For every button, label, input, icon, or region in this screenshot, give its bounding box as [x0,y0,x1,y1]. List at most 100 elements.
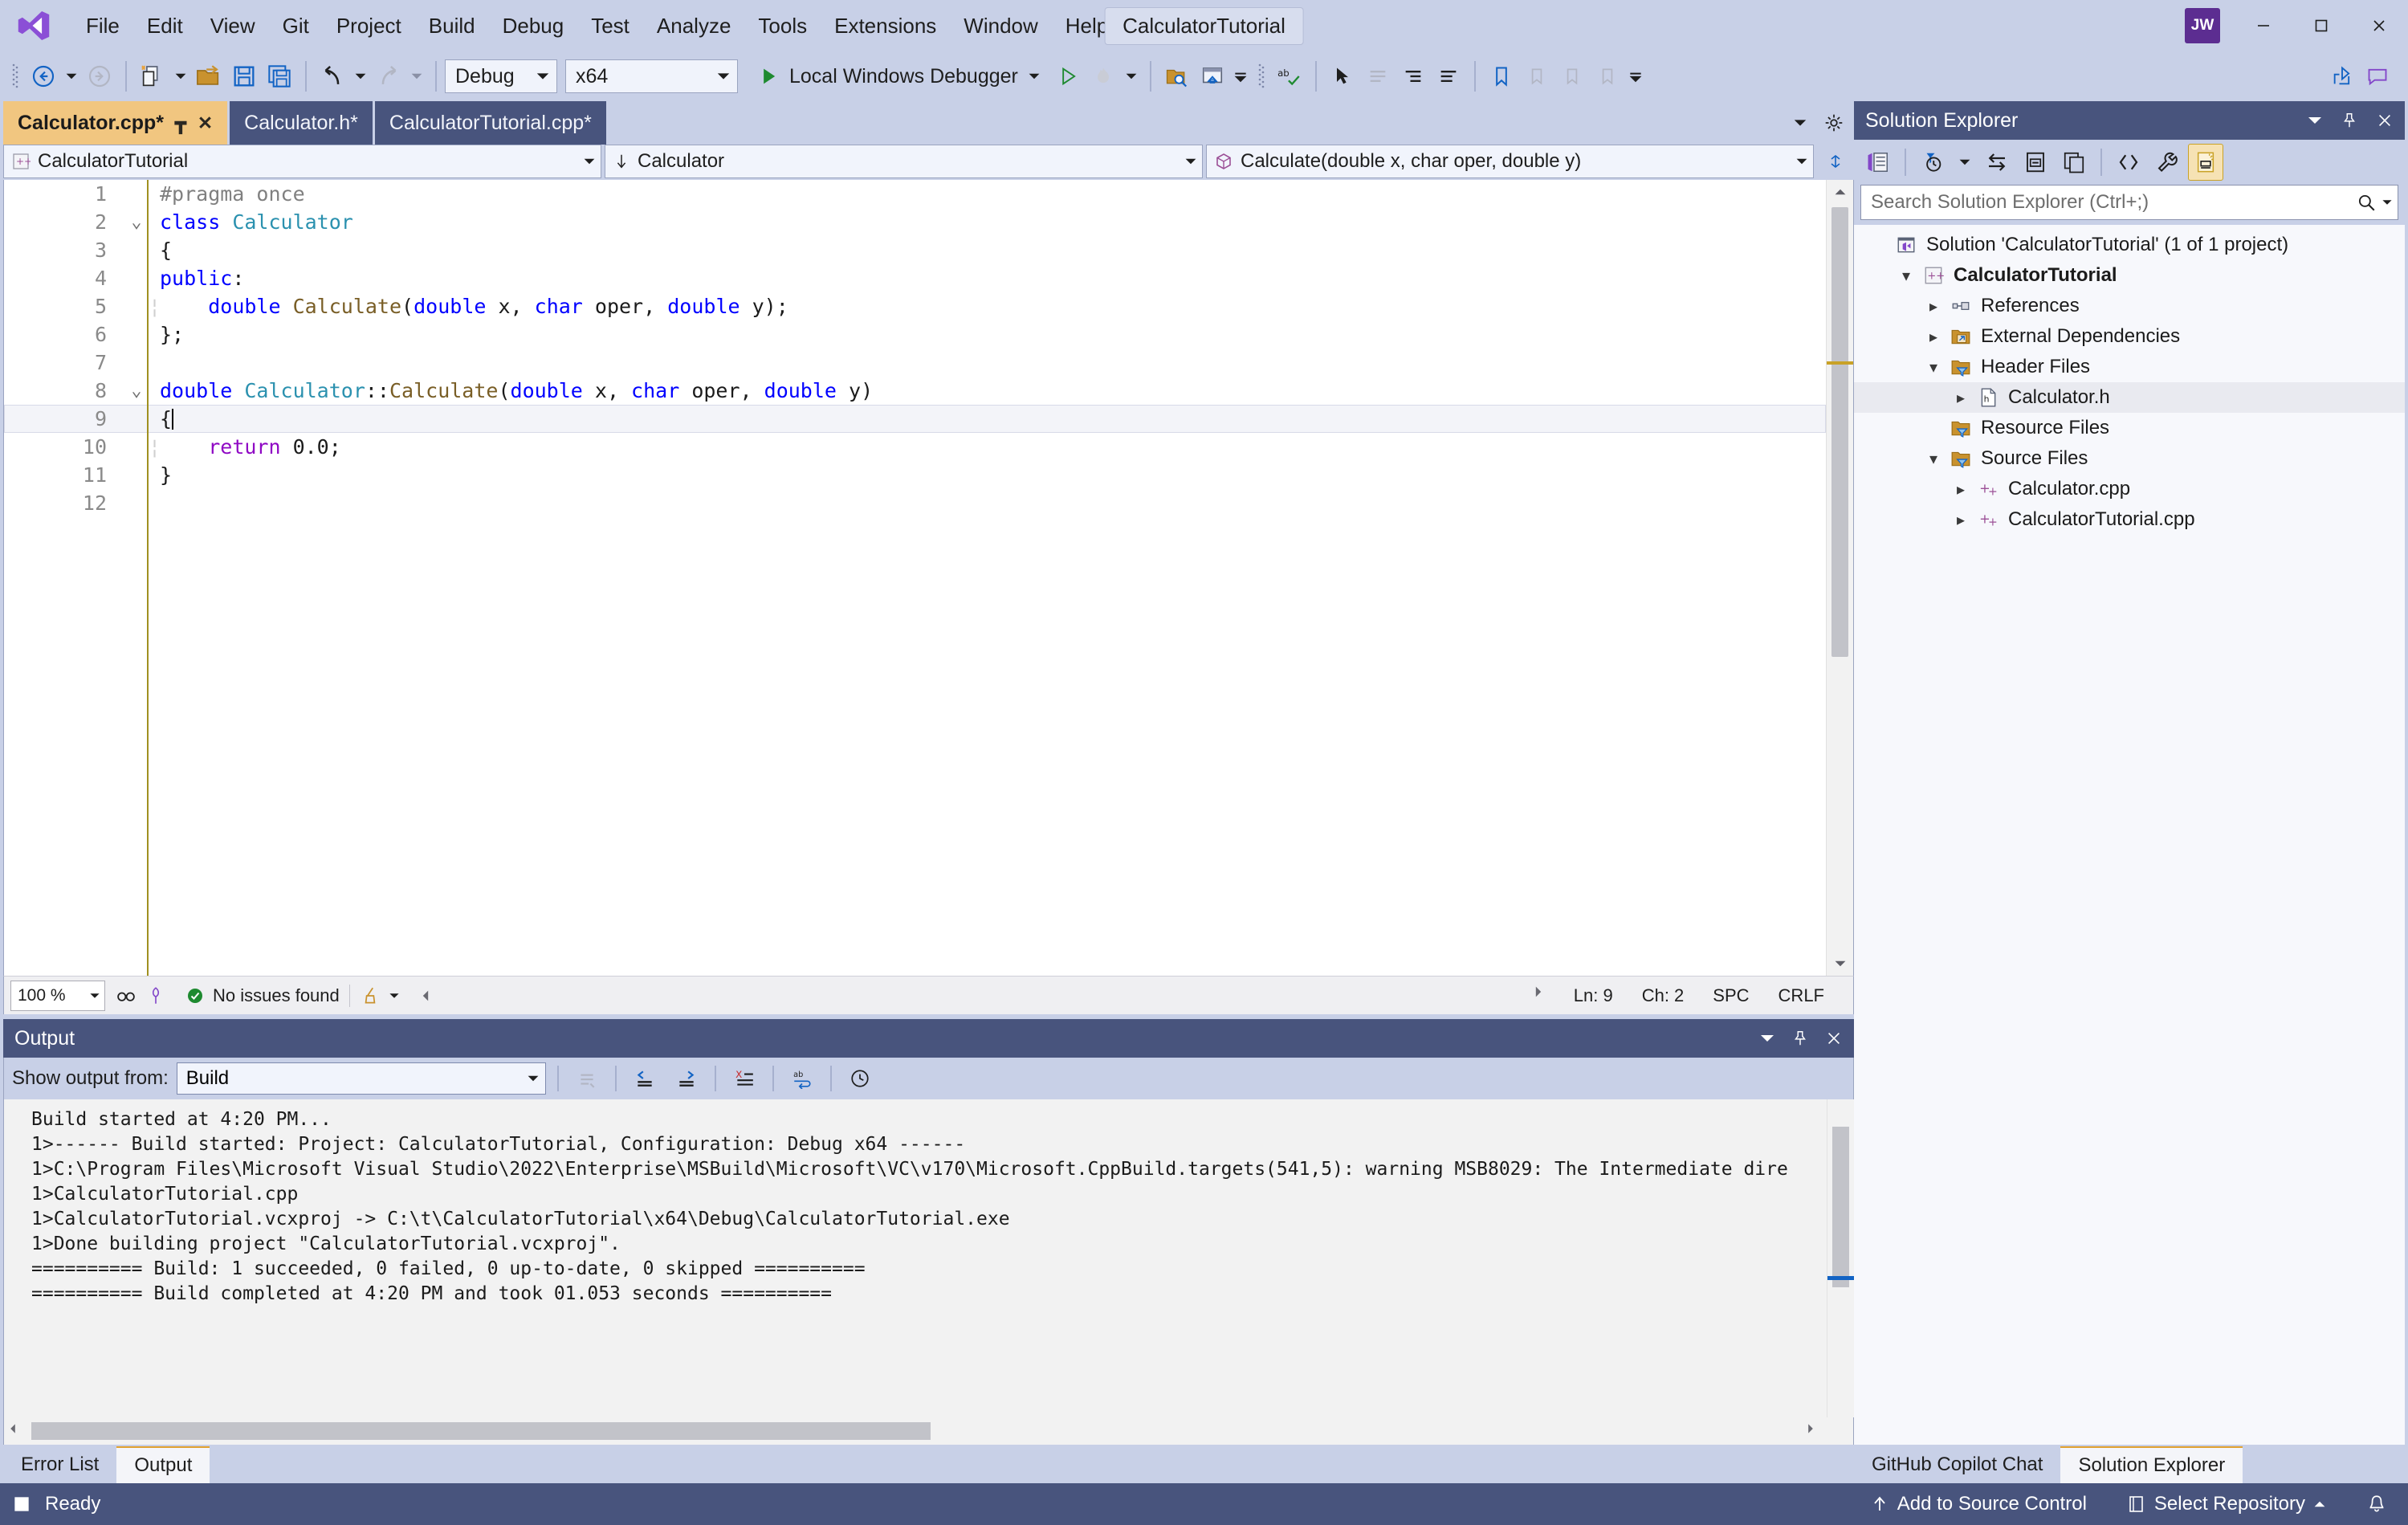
scroll-down-arrow[interactable] [1827,952,1853,976]
solution-explorer-search[interactable]: Search Solution Explorer (Ctrl+;) [1860,185,2398,220]
close-icon[interactable]: ✕ [198,112,213,134]
menu-item-edit[interactable]: Edit [133,7,197,44]
tab-output[interactable]: Output [116,1446,210,1483]
menu-item-test[interactable]: Test [577,7,643,44]
prev-bookmark-button[interactable] [1519,58,1554,95]
menu-item-tools[interactable]: Tools [744,7,821,44]
redo-dropdown[interactable] [406,58,427,95]
toolbar-grip-2[interactable] [1256,61,1267,92]
navbar-member-combo[interactable]: Calculate(double x, char oper, double y) [1206,145,1814,178]
hot-reload-button[interactable] [1086,58,1121,95]
hscroll-left-arrow-output[interactable] [7,1423,18,1434]
menu-item-build[interactable]: Build [415,7,489,44]
tree-node[interactable]: ▸ + + Calculator.cpp [1854,474,2405,504]
toggle-bookmark-button[interactable] [1484,58,1519,95]
toolbar-overflow-button[interactable] [1625,58,1646,95]
hscroll-left-arrow[interactable] [409,989,442,1002]
save-button[interactable] [226,58,262,95]
tab-calculator-cpp[interactable]: Calculator.cpp* ┳ ✕ [3,101,228,145]
expander-triangle-icon[interactable]: ▸ [1920,327,1947,347]
tree-node[interactable]: ▸ References [1854,291,2405,321]
solution-explorer-tree[interactable]: Solution 'CalculatorTutorial' (1 of 1 pr… [1854,225,2405,1445]
solution-name-chip[interactable]: CalculatorTutorial [1104,6,1304,45]
feedback-button[interactable] [2360,58,2395,95]
start-without-debugging-button[interactable] [1050,58,1086,95]
layout-overflow-button[interactable] [1230,58,1251,95]
pointer-select-button[interactable] [1325,58,1360,95]
output-horizontal-scrollbar[interactable] [3,1417,1854,1445]
open-file-button[interactable] [191,58,226,95]
expander-triangle-icon[interactable]: ▸ [1947,388,1974,408]
code-line[interactable]: 10 ¦ return 0.0; [4,433,1826,461]
indentation-mode[interactable]: SPC [1698,985,1763,1006]
toggle-timestamps-button[interactable] [843,1062,877,1095]
expander-triangle-icon[interactable]: ▸ [1920,296,1947,316]
navbar-project-combo[interactable]: ++ CalculatorTutorial [3,145,601,178]
navigate-backward-dropdown[interactable] [61,58,82,95]
fold-toggle-icon[interactable]: ⌄ [124,208,149,236]
toggle-word-wrap-button[interactable]: ab [785,1062,819,1095]
active-files-dropdown-button[interactable] [1785,108,1815,138]
toggle-window-layout-button[interactable] [1195,58,1230,95]
search-icon[interactable] [2356,192,2377,213]
tree-node[interactable]: ▾ Source Files [1854,443,2405,474]
se-pin-button[interactable] [2341,112,2358,129]
menu-item-debug[interactable]: Debug [489,7,578,44]
expander-triangle-icon[interactable]: ▸ [1947,479,1974,499]
code-cleanup-button[interactable] [350,985,409,1006]
start-debugging-button[interactable]: Local Windows Debugger [748,61,1050,92]
sync-with-active-document-button[interactable] [1979,144,2015,181]
tree-node[interactable]: Solution 'CalculatorTutorial' (1 of 1 pr… [1854,230,2405,260]
code-line[interactable]: 11} [4,461,1826,489]
scroll-up-arrow[interactable] [1827,180,1853,204]
uncomment-button[interactable] [1395,58,1431,95]
notifications-button[interactable] [2357,1483,2397,1525]
filter-dropdown-button[interactable] [1954,144,1976,181]
clear-all-button[interactable]: X [727,1062,761,1095]
code-line[interactable]: 2 ⌄ class Calculator [4,208,1826,236]
expander-triangle-icon[interactable]: ▾ [1893,266,1920,286]
navigate-backward-button[interactable] [26,58,61,95]
menu-item-git[interactable]: Git [269,7,323,44]
output-close-button[interactable] [1825,1030,1843,1047]
outdent-button[interactable] [1431,58,1466,95]
preview-selected-items-button[interactable] [2188,144,2223,181]
output-hscroll-thumb[interactable] [31,1422,931,1440]
output-source-combo[interactable]: Build [176,1062,546,1095]
code-line[interactable]: 8 ⌄ double Calculator::Calculate(double x,… [4,377,1826,405]
output-vertical-scrollbar[interactable] [1827,1099,1854,1417]
code-line[interactable]: 9{ [4,405,1826,433]
menu-item-file[interactable]: File [72,7,133,44]
code-line[interactable]: 7 [4,349,1826,377]
close-window-button[interactable] [2350,0,2408,51]
next-bookmark-button[interactable] [1554,58,1590,95]
tab-calculatortutorial-cpp[interactable]: CalculatorTutorial.cpp* [374,101,606,145]
pending-changes-filter-button[interactable] [1915,144,1950,181]
code-line[interactable]: 12 [4,489,1826,517]
expander-triangle-icon[interactable]: ▾ [1920,449,1947,469]
tab-github-copilot-chat[interactable]: GitHub Copilot Chat [1854,1446,2060,1483]
editor-settings-button[interactable] [1819,108,1849,138]
code-line[interactable]: 3{ [4,236,1826,264]
se-dropdown-button[interactable] [2307,112,2323,128]
hscroll-right-arrow-output[interactable] [1805,1423,1816,1434]
tree-node[interactable]: ▸ h Calculator.h [1854,382,2405,413]
fold-toggle-icon[interactable]: ⌄ [124,377,149,405]
show-all-files-button[interactable] [2056,144,2092,181]
menu-item-extensions[interactable]: Extensions [821,7,950,44]
toggle-spell-check-button[interactable]: ab [1272,58,1307,95]
previous-message-button[interactable] [628,1062,662,1095]
menu-item-project[interactable]: Project [323,7,415,44]
se-close-button[interactable] [2376,112,2394,129]
output-pin-button[interactable] [1791,1030,1809,1047]
tab-error-list[interactable]: Error List [3,1446,116,1483]
hscroll-right-arrow[interactable] [1518,985,1559,1006]
maximize-button[interactable] [2292,0,2350,51]
new-project-button[interactable] [135,58,170,95]
output-dropdown-button[interactable] [1759,1030,1775,1046]
undo-button[interactable] [315,58,350,95]
find-in-files-button[interactable] [1159,58,1195,95]
save-all-button[interactable] [262,58,297,95]
code-line[interactable]: 1 #pragma once [4,180,1826,208]
tree-node[interactable]: ▾ ++ CalculatorTutorial [1854,260,2405,291]
